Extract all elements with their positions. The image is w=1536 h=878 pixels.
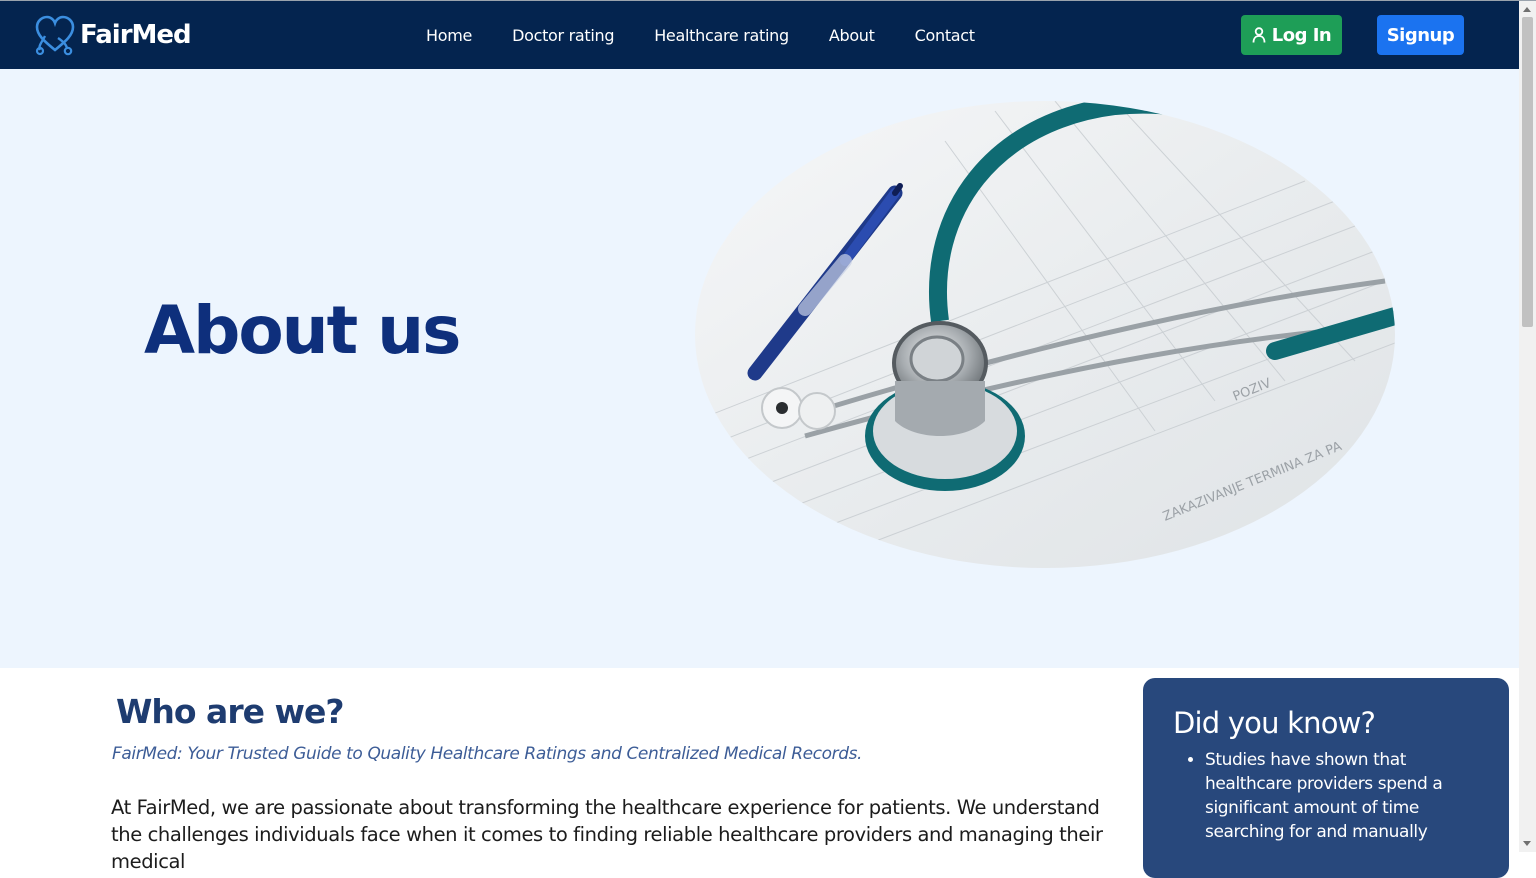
nav-home[interactable]: Home [406, 26, 492, 45]
nav-healthcare-rating[interactable]: Healthcare rating [634, 26, 809, 45]
stethoscope-heart-icon [35, 15, 75, 56]
nav-about[interactable]: About [809, 26, 895, 45]
login-label: Log In [1271, 24, 1332, 46]
navbar: FairMed Home Doctor rating Healthcare ra… [0, 1, 1519, 69]
brand-logo[interactable]: FairMed [34, 14, 192, 56]
signup-label: Signup [1386, 24, 1455, 46]
list-item: Studies have shown that healthcare provi… [1205, 748, 1475, 844]
signup-button[interactable]: Signup [1377, 15, 1464, 55]
hero-image: ZAKAZIVANJE TERMINA ZA PA POZIV [695, 101, 1395, 568]
did-you-know-title: Did you know? [1173, 706, 1376, 740]
who-are-we-section: Who are we? FairMed: Your Trusted Guide … [0, 668, 1519, 878]
did-you-know-list: Studies have shown that healthcare provi… [1187, 748, 1475, 844]
scroll-up-arrow-icon[interactable] [1523, 7, 1531, 12]
brand-name: FairMed [80, 20, 192, 50]
did-you-know-card: Did you know? Studies have shown that he… [1143, 678, 1509, 878]
nav-doctor-rating[interactable]: Doctor rating [492, 26, 634, 45]
login-button[interactable]: Log In [1241, 15, 1342, 55]
scroll-thumb[interactable] [1522, 17, 1533, 327]
scroll-down-arrow-icon[interactable] [1523, 841, 1531, 846]
intro-paragraph: At FairMed, we are passionate about tran… [111, 796, 1103, 873]
user-icon [1252, 27, 1266, 43]
hero-section: About us ZAKAZIVANJE TERMINA ZA PA POZIV [0, 69, 1519, 668]
vertical-scrollbar[interactable] [1519, 1, 1536, 852]
nav-contact[interactable]: Contact [895, 26, 995, 45]
page-title: About us [144, 292, 461, 369]
section-title: Who are we? [116, 692, 344, 731]
main-nav: Home Doctor rating Healthcare rating Abo… [406, 1, 995, 69]
stethoscope-photo: ZAKAZIVANJE TERMINA ZA PA POZIV [695, 101, 1395, 568]
tagline: FairMed: Your Trusted Guide to Quality H… [112, 744, 863, 764]
